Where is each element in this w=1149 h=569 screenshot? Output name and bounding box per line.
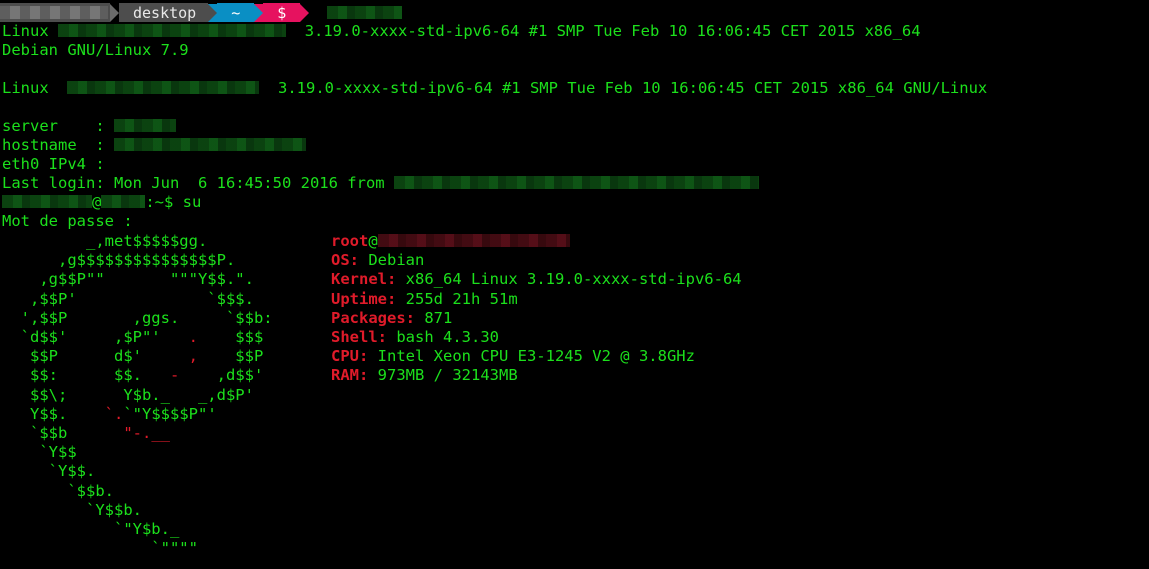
prompt-separator-icon — [208, 3, 218, 22]
kernel-value: x86_64 Linux 3.19.0-xxxx-std-ipv6-64 — [405, 270, 742, 289]
art-red: `. — [104, 404, 124, 423]
packages-value: 871 — [424, 308, 453, 327]
cmd-text: :~$ su — [145, 193, 202, 211]
prompt-user-segment — [0, 3, 110, 22]
info-at: @ — [368, 232, 378, 250]
art-line: $$$ — [197, 328, 264, 347]
art-line: `$$b — [2, 424, 124, 443]
art-line: `$$b. — [2, 481, 114, 500]
redacted-hostname — [67, 81, 260, 94]
ipv4-label: eth0 IPv4 : — [2, 155, 105, 173]
art-line: ,g$$$$$$$$$$$$$$$P. — [2, 251, 236, 270]
art-red: . — [188, 328, 198, 347]
prompt-home: ~ — [231, 3, 241, 22]
server-line: server : — [2, 117, 176, 136]
uptime-value: 255d 21h 51m — [405, 289, 518, 308]
redacted-host — [101, 195, 146, 208]
prompt-symbol-segment: $ — [263, 3, 301, 22]
art-red: , — [188, 347, 198, 366]
os-label: OS: — [331, 251, 359, 270]
art-line: `"Y$$$$P"' — [123, 404, 217, 423]
hostname-label: hostname : — [2, 136, 105, 154]
packages-label: Packages: — [331, 308, 415, 327]
uname-text: 3.19.0-xxxx-std-ipv6-64 #1 SMP Tue Feb 1… — [304, 22, 921, 40]
debian-logo-ascii: _,met$$$$$gg. ,g$$$$$$$$$$$$$$$P. ,g$$P"… — [2, 232, 273, 558]
redacted-hostname — [377, 234, 570, 247]
art-line: $$: $$. — [2, 366, 170, 385]
os-value: Debian — [368, 251, 425, 270]
prompt-end-icon — [300, 3, 310, 22]
art-line: `Y$$ — [2, 443, 77, 462]
art-line: ,g$$P"" """Y$$.". — [2, 270, 254, 289]
art-line: $$P d$' — [2, 347, 189, 366]
cpu-value: Intel Xeon CPU E3-1245 V2 @ 3.8GHz — [377, 347, 695, 366]
kernel-label: Kernel: — [331, 270, 397, 289]
art-red: "-.__ — [123, 424, 170, 443]
info-user: root — [331, 232, 369, 250]
redacted-text — [327, 6, 403, 19]
art-line: `Y$$. — [2, 462, 96, 481]
prompt-dir-segment: desktop — [119, 3, 209, 22]
cmd-at: @ — [92, 193, 102, 211]
prompt-bar: desktop ~ $ — [0, 3, 403, 22]
hostname-line: hostname : — [2, 136, 306, 155]
prompt-separator-icon — [254, 3, 264, 22]
motd-kernel: 3.19.0-xxxx-std-ipv6-64 #1 SMP Tue Feb 1… — [278, 79, 988, 97]
last-login-line: Last login: Mon Jun 6 16:45:50 2016 from — [2, 174, 759, 193]
redacted-user — [0, 6, 108, 19]
redacted-host — [393, 176, 759, 189]
redacted-hostname — [114, 138, 306, 151]
issue-line: Debian GNU/Linux 7.9 — [2, 41, 189, 59]
uname-line: Linux 3.19.0-xxxx-std-ipv6-64 #1 SMP Tue… — [2, 22, 921, 41]
art-line: `"""" — [2, 539, 198, 558]
shell-value: bash 4.3.30 — [396, 328, 499, 347]
art-line: ,$$P' `$$$. — [2, 289, 254, 308]
uptime-label: Uptime: — [331, 289, 397, 308]
prompt-symbol: $ — [277, 3, 287, 22]
password-prompt: Mot de passe : — [2, 212, 133, 230]
system-info: root@ OS: Debian Kernel: x86_64 Linux 3.… — [331, 232, 742, 386]
uname-prefix: Linux — [2, 22, 49, 40]
art-line: `"Y$b._ — [2, 520, 180, 539]
server-label: server : — [2, 117, 105, 135]
art-line: ',$$P ,ggs. `$$b: — [2, 308, 273, 327]
art-line: `d$$' ,$P"' — [2, 328, 189, 347]
cpu-label: CPU: — [331, 347, 369, 366]
redacted-hostname — [58, 24, 287, 37]
shell-label: Shell: — [331, 328, 387, 347]
ram-label: RAM: — [331, 366, 369, 385]
art-line: Y$$. — [2, 404, 105, 423]
art-line: `Y$$b. — [2, 500, 142, 519]
ram-value: 973MB / 32143MB — [377, 366, 518, 385]
redacted-user — [2, 195, 92, 208]
art-line: $$\; Y$b._ _,d$P' — [2, 385, 254, 404]
motd-prefix: Linux — [2, 79, 49, 97]
art-line: $$P — [197, 347, 264, 366]
redacted-server — [114, 119, 176, 132]
ipv4-line: eth0 IPv4 : — [2, 155, 105, 174]
motd-line: Linux 3.19.0-xxxx-std-ipv6-64 #1 SMP Tue… — [2, 79, 987, 98]
prompt-home-segment: ~ — [217, 3, 255, 22]
prompt-dir: desktop — [133, 3, 197, 22]
prompt-separator-icon — [110, 3, 119, 22]
art-line: _,met$$$$$gg. — [2, 232, 208, 250]
art-red: - — [169, 366, 180, 385]
last-login-text: Last login: Mon Jun 6 16:45:50 2016 from — [2, 174, 385, 192]
art-line: ,d$$' — [179, 366, 264, 385]
command-line: @ :~$ su — [2, 193, 201, 212]
